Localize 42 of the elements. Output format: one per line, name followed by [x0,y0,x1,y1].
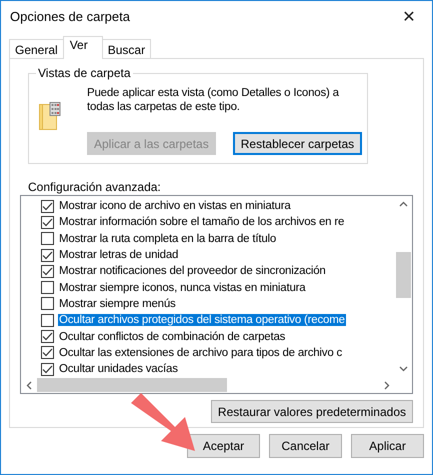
setting-label[interactable]: Mostrar letras de unidad [58,249,180,262]
setting-label[interactable]: Mostrar información sobre el tamaño de los archivos en re [58,216,346,228]
checkbox[interactable] [41,200,54,213]
dialog-button[interactable]: Aplicar [351,434,424,458]
setting-label[interactable]: Mostrar icono de archivo en vistas en miniatura [58,200,292,212]
group-title: Vistas de carpeta [36,66,133,80]
checkbox[interactable] [41,232,54,246]
section-label: Configuración avanzada: [28,180,162,194]
window-title: Opciones de carpeta [10,9,130,24]
setting-label[interactable]: Ocultar unidades vacías [58,363,179,376]
scrollbar-thumb[interactable] [37,378,227,392]
checkbox[interactable] [41,281,54,294]
checkbox[interactable] [41,248,54,262]
setting-label[interactable]: Mostrar la ruta completa en la barra de título [58,232,278,245]
checkbox[interactable] [41,346,54,360]
scroll-down-icon[interactable] [399,366,408,372]
button[interactable]: Restablecer carpetas [232,132,362,155]
scroll-right-icon[interactable] [384,380,390,390]
restore-defaults-button[interactable]: Restaurar valores predeterminados [210,400,413,424]
scroll-up-icon[interactable] [399,201,408,207]
setting-label[interactable]: Mostrar notificaciones del proveedor de sincronización [58,265,327,278]
folder-icon [39,102,61,132]
setting-label[interactable]: Ocultar conflictos de combinación de carpetas [58,330,286,343]
scroll-left-icon[interactable] [26,380,32,390]
setting-label[interactable]: Ocultar archivos protegidos del sistema operativo (recome [58,314,346,326]
dialog-button[interactable]: Aceptar [187,434,260,458]
scrollbar-thumb[interactable] [396,252,411,298]
checkbox[interactable] [41,330,54,344]
tab[interactable]: Buscar [102,39,152,58]
tab[interactable]: Ver [62,36,103,59]
description-text: Puede aplicar esta vista (como Detalles o Iconos) a todas las carpetas de este tipo. [87,86,340,114]
checkbox[interactable] [41,216,54,229]
dialog-button[interactable]: Cancelar [269,434,342,458]
setting-label[interactable]: Mostrar siempre iconos, nunca vistas en miniatura [58,282,307,294]
checkbox[interactable] [41,264,54,278]
checkbox[interactable] [41,297,54,310]
setting-label[interactable]: Ocultar las extensiones de archivo para tipos de archivo c [58,346,344,359]
setting-label[interactable]: Mostrar siempre menús [58,298,177,310]
tab[interactable]: General [9,39,64,58]
checkbox[interactable] [41,362,54,376]
checkbox[interactable] [41,314,54,327]
close-button[interactable]: ✕ [386,1,432,32]
